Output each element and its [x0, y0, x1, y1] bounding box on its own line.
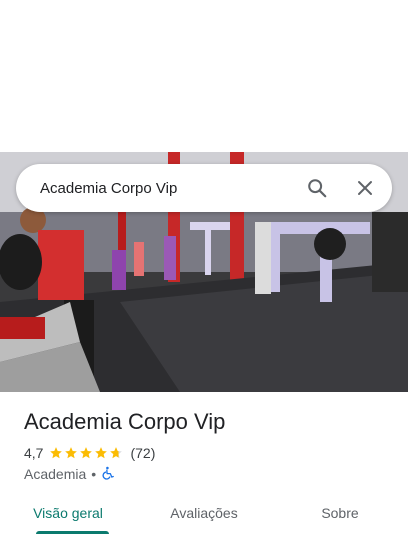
star-icon — [65, 447, 78, 459]
star-icon — [95, 447, 108, 459]
tab-about[interactable]: Sobre — [272, 500, 408, 544]
star-icon — [50, 447, 63, 459]
star-icon — [110, 447, 123, 459]
search-icon[interactable] — [304, 175, 330, 201]
close-icon[interactable] — [352, 175, 378, 201]
tab-overview[interactable]: Visão geral — [0, 500, 136, 544]
review-count[interactable]: (72) — [130, 445, 155, 461]
rating-value: 4,7 — [24, 445, 44, 461]
star-rating — [49, 446, 124, 460]
tab-reviews[interactable]: Avaliações — [136, 500, 272, 544]
category-label: Academia — [24, 466, 87, 482]
active-tab-indicator — [36, 531, 109, 534]
rating-row[interactable]: 4,7 (72) — [24, 444, 155, 462]
place-title: Academia Corpo Vip — [24, 409, 226, 434]
search-input[interactable]: Academia Corpo Vip — [16, 180, 304, 197]
tab-bar: Visão geral Avaliações Sobre — [0, 500, 408, 544]
separator-dot: • — [91, 466, 97, 482]
star-icon — [80, 447, 93, 459]
wheelchair-icon — [101, 466, 115, 483]
search-bar[interactable]: Academia Corpo Vip — [16, 164, 392, 212]
category-row: Academia • — [24, 465, 115, 483]
